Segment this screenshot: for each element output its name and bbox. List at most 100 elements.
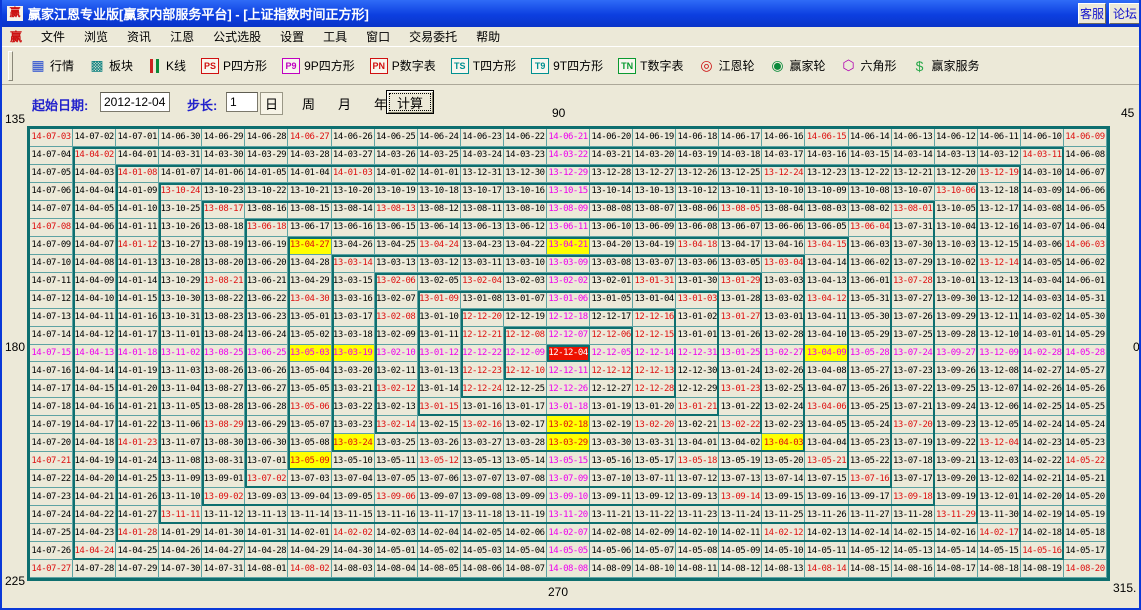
menu-item-工具[interactable]: 工具 bbox=[323, 28, 347, 45]
grid-cell: 13-05-06 bbox=[288, 398, 331, 416]
grid-cell: 13-12-31 bbox=[461, 165, 504, 183]
grid-cell: 14-04-30 bbox=[332, 542, 375, 560]
grid-cell: 13-12-16 bbox=[978, 219, 1021, 237]
menu-item-文件[interactable]: 文件 bbox=[41, 28, 65, 45]
toolbar-button-板块[interactable]: ▩板块 bbox=[89, 57, 133, 74]
grid-cell: 13-05-31 bbox=[849, 291, 892, 309]
period-option-月[interactable]: 月 bbox=[334, 93, 355, 114]
period-option-日[interactable]: 日 bbox=[260, 92, 283, 115]
grid-cell: 13-04-26 bbox=[332, 237, 375, 255]
toolbar-button-9P四方形[interactable]: P99P四方形 bbox=[282, 57, 355, 74]
grid-cell: 14-08-12 bbox=[719, 560, 762, 578]
menu-item-公式选股[interactable]: 公式选股 bbox=[213, 28, 261, 45]
menu-item-设置[interactable]: 设置 bbox=[280, 28, 304, 45]
grid-cell: 14-06-06 bbox=[1064, 183, 1107, 201]
grid-cell: 13-03-31 bbox=[633, 434, 676, 452]
toolbar-button-赢家轮[interactable]: ◉赢家轮 bbox=[769, 57, 825, 74]
grid-cell: 14-04-18 bbox=[73, 434, 116, 452]
grid-cell: 13-02-18 bbox=[547, 416, 590, 434]
grid-cell: 14-08-18 bbox=[978, 560, 1021, 578]
grid-cell: 13-12-19 bbox=[978, 165, 1021, 183]
grid-cell: 13-02-11 bbox=[375, 362, 418, 380]
customer-service-button[interactable]: 客服 bbox=[1078, 3, 1106, 24]
toolbar-button-9T四方形[interactable]: T99T四方形 bbox=[531, 57, 603, 74]
grid-cell: 14-01-08 bbox=[116, 165, 159, 183]
toolbar-button-行情[interactable]: ▦行情 bbox=[30, 57, 74, 74]
menu-item-江恩[interactable]: 江恩 bbox=[170, 28, 194, 45]
toolbar-button-T四方形[interactable]: TST四方形 bbox=[451, 57, 516, 74]
grid-cell: 14-01-03 bbox=[332, 165, 375, 183]
grid-cell: 13-08-18 bbox=[202, 219, 245, 237]
toolbar-label: 板块 bbox=[109, 57, 133, 74]
grid-cell: 13-07-28 bbox=[892, 273, 935, 291]
grid-cell: 13-03-16 bbox=[332, 291, 375, 309]
grid-cell: 13-07-19 bbox=[892, 434, 935, 452]
grid-cell: 14-01-31 bbox=[245, 524, 288, 542]
blocks-icon: ▩ bbox=[89, 58, 105, 74]
period-option-周[interactable]: 周 bbox=[298, 93, 319, 114]
grid-cell: 13-04-10 bbox=[805, 327, 848, 345]
grid-cell: 14-03-20 bbox=[633, 147, 676, 165]
grid-cell: 14-08-16 bbox=[892, 560, 935, 578]
toolbar-gripper-handle[interactable] bbox=[8, 51, 13, 81]
angle-label-45: 45 bbox=[1120, 106, 1135, 120]
toolbar-button-六角形[interactable]: ⬡六角形 bbox=[841, 57, 897, 74]
grid-cell: 13-12-17 bbox=[978, 201, 1021, 219]
grid-cell: 14-07-31 bbox=[202, 560, 245, 578]
grid-cell: 14-06-17 bbox=[719, 129, 762, 147]
grid-cell: 13-02-17 bbox=[504, 416, 547, 434]
grid-cell: 14-04-04 bbox=[73, 183, 116, 201]
grid-cell: 14-02-23 bbox=[1021, 434, 1064, 452]
grid-cell: 14-08-15 bbox=[849, 560, 892, 578]
grid-cell: 13-12-11 bbox=[978, 309, 1021, 327]
grid-cell: 13-07-17 bbox=[892, 470, 935, 488]
menu-item-浏览[interactable]: 浏览 bbox=[84, 28, 108, 45]
grid-cell: 14-03-31 bbox=[159, 147, 202, 165]
grid-cell: 14-08-01 bbox=[245, 560, 288, 578]
grid-cell: 13-11-01 bbox=[159, 327, 202, 345]
forum-button[interactable]: 论坛 bbox=[1109, 3, 1141, 24]
menu-item-资讯[interactable]: 资讯 bbox=[127, 28, 151, 45]
grid-cell: 13-12-08 bbox=[978, 362, 1021, 380]
step-input[interactable] bbox=[226, 92, 258, 112]
p-number-icon: PN bbox=[370, 58, 388, 74]
grid-cell: 13-06-21 bbox=[245, 273, 288, 291]
grid-cell: 14-08-11 bbox=[676, 560, 719, 578]
grid-cell: 13-07-24 bbox=[892, 345, 935, 363]
grid-cell: 14-05-09 bbox=[719, 542, 762, 560]
menu-item-交易委托[interactable]: 交易委托 bbox=[409, 28, 457, 45]
toolbar-button-K线[interactable]: K线 bbox=[148, 57, 186, 74]
start-date-input[interactable] bbox=[100, 92, 170, 112]
grid-cell: 13-07-25 bbox=[892, 327, 935, 345]
menu-item-帮助[interactable]: 帮助 bbox=[476, 28, 500, 45]
grid-cell: 14-06-15 bbox=[805, 129, 848, 147]
grid-cell: 13-06-17 bbox=[288, 219, 331, 237]
grid-cell: 13-02-04 bbox=[461, 273, 504, 291]
grid-cell: 13-06-25 bbox=[245, 345, 288, 363]
toolbar-button-T数字表[interactable]: TNT数字表 bbox=[618, 57, 683, 74]
toolbar-button-P四方形[interactable]: PSP四方形 bbox=[201, 57, 267, 74]
grid-cell: 14-01-01 bbox=[418, 165, 461, 183]
grid-cell: 14-06-01 bbox=[1064, 273, 1107, 291]
step-label: 步长: bbox=[187, 95, 217, 114]
grid-cell: 13-06-26 bbox=[245, 362, 288, 380]
toolbar-button-江恩轮[interactable]: ◎江恩轮 bbox=[698, 57, 754, 74]
grid-cell: 14-02-03 bbox=[375, 524, 418, 542]
grid-cell: 14-06-28 bbox=[245, 129, 288, 147]
grid-cell: 13-01-30 bbox=[676, 273, 719, 291]
grid-cell: 13-02-03 bbox=[504, 273, 547, 291]
menu-item-窗口[interactable]: 窗口 bbox=[366, 28, 390, 45]
grid-cell: 14-04-10 bbox=[73, 291, 116, 309]
calculate-button[interactable]: 计算 bbox=[386, 90, 434, 114]
grid-cell: 14-05-16 bbox=[1021, 542, 1064, 560]
grid-cell: 13-09-18 bbox=[892, 488, 935, 506]
grid-cell: 14-06-19 bbox=[633, 129, 676, 147]
grid-cell: 14-02-06 bbox=[504, 524, 547, 542]
grid-cell: 13-10-06 bbox=[935, 183, 978, 201]
grid-cell: 13-03-06 bbox=[676, 255, 719, 273]
grid-cell: 13-07-31 bbox=[892, 219, 935, 237]
toolbar-button-P数字表[interactable]: PNP数字表 bbox=[370, 57, 436, 74]
grid-cell: 13-09-03 bbox=[245, 488, 288, 506]
toolbar-button-赢家服务[interactable]: $赢家服务 bbox=[912, 57, 980, 74]
grid-cell: 13-11-18 bbox=[461, 506, 504, 524]
